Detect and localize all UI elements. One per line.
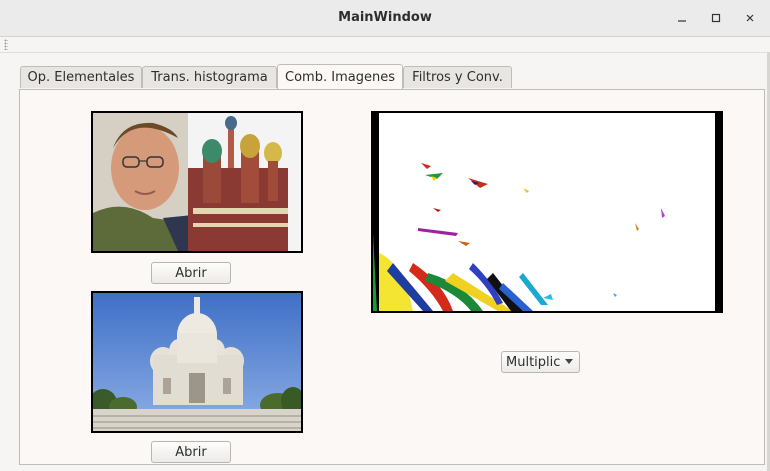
open-image-1-button[interactable]: Abrir xyxy=(151,262,231,284)
toolbar-grip-icon[interactable] xyxy=(4,39,8,50)
toolbar xyxy=(0,37,770,53)
input-image-2 xyxy=(91,291,303,433)
result-image xyxy=(371,111,723,313)
window-title: MainWindow xyxy=(338,10,432,25)
maximize-icon[interactable] xyxy=(705,8,727,28)
chevron-down-icon xyxy=(565,359,573,364)
tab-op-elementales[interactable]: Op. Elementales xyxy=(20,66,142,88)
title-bar: MainWindow xyxy=(0,0,770,37)
open-image-2-button[interactable]: Abrir xyxy=(151,441,231,463)
tab-trans-histograma[interactable]: Trans. histograma xyxy=(142,66,277,88)
input-image-1 xyxy=(91,111,303,253)
close-icon[interactable] xyxy=(739,8,761,28)
minimize-icon[interactable] xyxy=(671,8,693,28)
operation-select[interactable]: Multiplicar xyxy=(501,351,580,373)
operation-select-value: Multiplicar xyxy=(506,354,560,370)
tab-panel: Abrir Abrir Multiplic xyxy=(19,89,765,465)
tab-comb-imagenes[interactable]: Comb. Imagenes xyxy=(277,64,403,89)
tab-filtros-conv[interactable]: Filtros y Conv. xyxy=(403,66,512,88)
